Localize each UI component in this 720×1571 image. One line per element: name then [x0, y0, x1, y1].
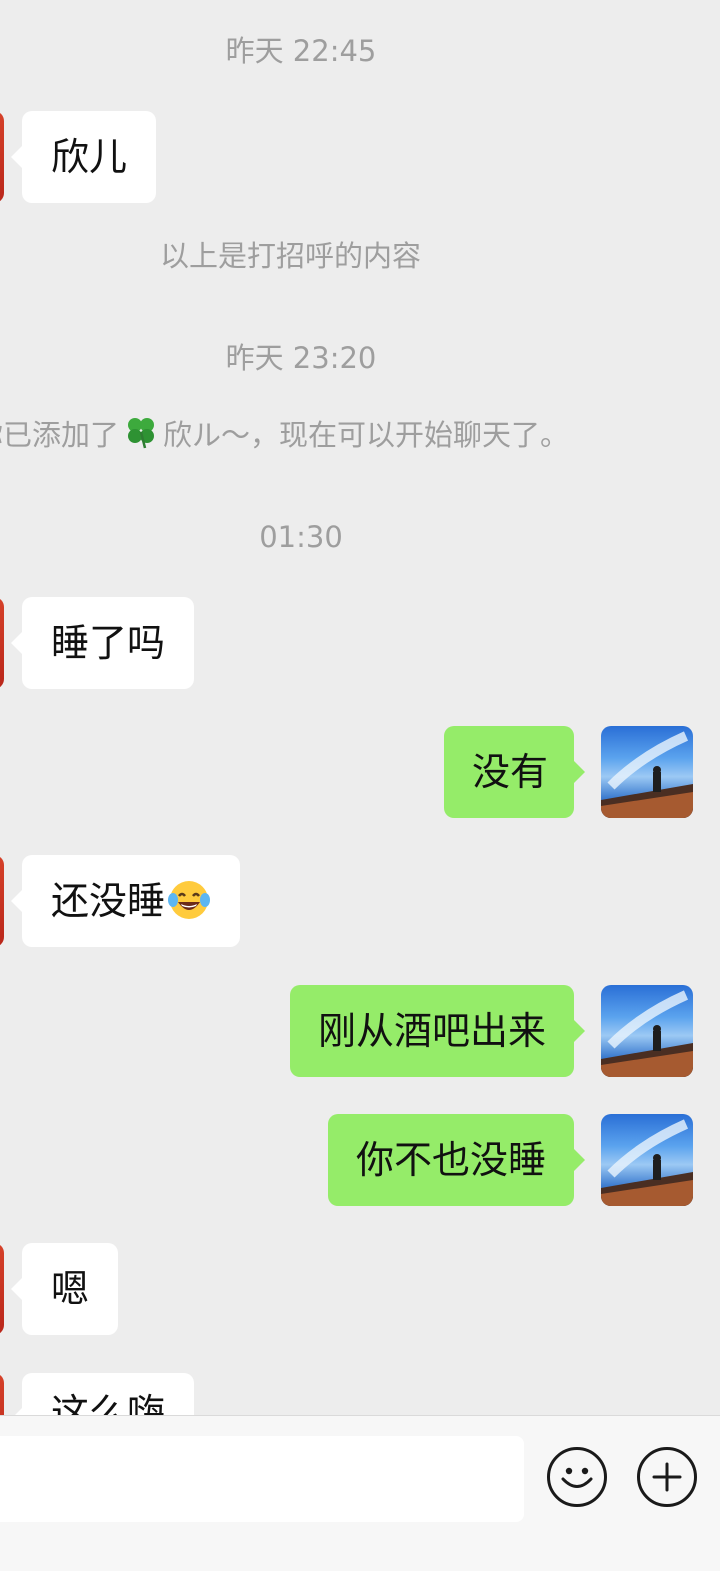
message-bubble-incoming[interactable]: 欣儿	[10, 111, 157, 203]
message-bubble-outgoing[interactable]: 刚从酒吧出来	[290, 985, 585, 1077]
timestamp: 01:30	[259, 520, 343, 554]
system-added-suffix: 欣ル～，现在可以开始聊天了。	[163, 418, 570, 452]
self-avatar[interactable]	[601, 985, 693, 1077]
peer-avatar[interactable]	[0, 597, 4, 689]
face-with-tears-of-joy-icon	[167, 863, 211, 955]
timestamp: 昨天 22:45	[225, 34, 377, 68]
four-leaf-clover-icon	[123, 414, 159, 460]
emoji-button[interactable]	[547, 1447, 607, 1507]
peer-avatar[interactable]	[0, 1373, 4, 1415]
message-bubble-incoming[interactable]: 睡了吗	[10, 597, 195, 689]
message-text: 还没睡	[51, 879, 166, 923]
greeting-note: 以上是打招呼的内容	[160, 239, 422, 273]
self-avatar[interactable]	[601, 1114, 693, 1206]
peer-avatar[interactable]	[0, 855, 4, 947]
message-bubble-incoming[interactable]: 这么嗨	[10, 1373, 195, 1415]
peer-avatar[interactable]	[0, 111, 4, 203]
self-avatar[interactable]	[601, 726, 693, 818]
smiley-icon	[561, 1467, 593, 1488]
system-added-notice: 你已添加了 欣ル～，现在可以开始聊天了。	[0, 414, 569, 460]
plus-button[interactable]	[637, 1447, 697, 1507]
chat-input-bar	[0, 1415, 720, 1571]
peer-avatar[interactable]	[0, 1243, 4, 1335]
message-input[interactable]	[0, 1436, 524, 1522]
message-bubble-outgoing[interactable]: 没有	[444, 726, 585, 818]
message-bubble-outgoing[interactable]: 你不也没睡	[328, 1114, 585, 1206]
message-bubble-incoming[interactable]: 嗯	[10, 1243, 119, 1335]
system-added-prefix: 你已添加了	[0, 418, 120, 452]
chat-area[interactable]: 昨天 22:45 欣儿 以上是打招呼的内容 昨天 23:20 你已添加了 欣ル～…	[0, 0, 720, 1415]
timestamp: 昨天 23:20	[225, 341, 377, 375]
message-bubble-incoming[interactable]: 还没睡	[10, 855, 241, 947]
plus-icon	[652, 1462, 682, 1492]
